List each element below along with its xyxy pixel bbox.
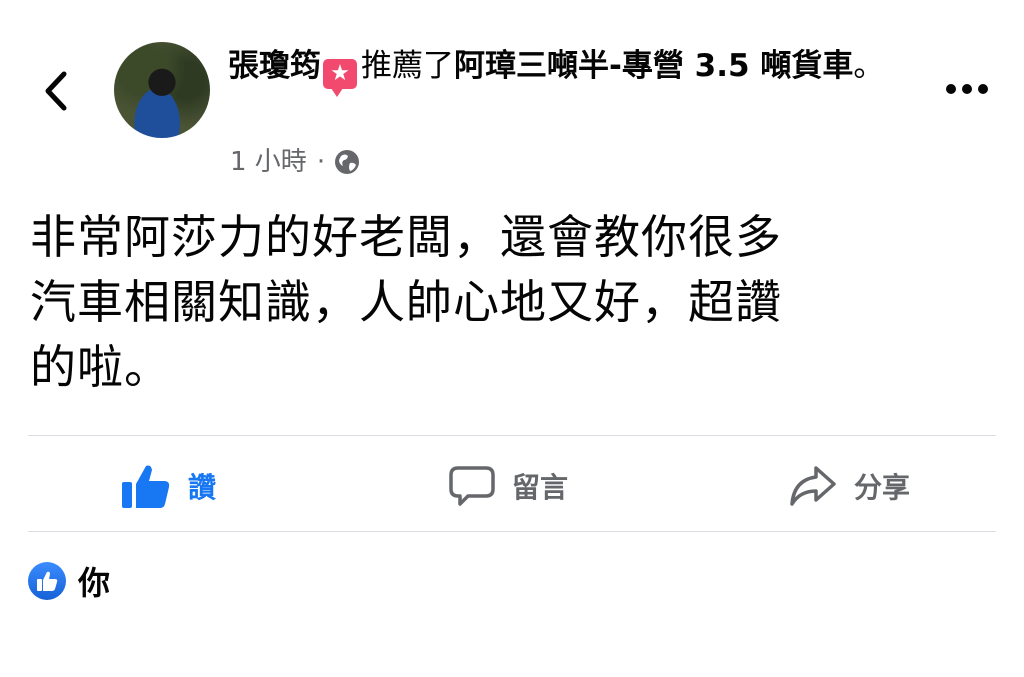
share-button[interactable]: 分享: [788, 456, 910, 516]
divider: [28, 531, 996, 532]
back-button[interactable]: [36, 66, 76, 116]
globe-icon: [335, 150, 360, 174]
reaction-names: 你: [78, 564, 111, 602]
post-text-line: 非常阿莎力的好老闆，還會教你很多: [30, 210, 782, 264]
header-period: 。: [853, 48, 885, 84]
page-name[interactable]: 阿璋三噸半-專營 3.5 噸貨車: [454, 48, 853, 84]
share-icon: [790, 466, 836, 506]
comment-label: 留言: [512, 471, 569, 504]
share-label: 分享: [854, 471, 911, 504]
post-text-line: 的啦。: [30, 340, 171, 394]
post-timestamp[interactable]: 1 小時: [230, 144, 307, 180]
divider: [28, 435, 996, 436]
like-button[interactable]: 讚: [120, 456, 216, 516]
post-text: 非常阿莎力的好老闆，還會教你很多 汽車相關知識，人帥心地又好，超讚 的啦。: [30, 205, 990, 400]
meta-separator: ·: [316, 147, 326, 177]
recommend-badge-icon: ★: [323, 59, 357, 97]
comment-button[interactable]: 留言: [448, 456, 568, 516]
post-meta: 1 小時 ·: [230, 144, 361, 180]
comment-icon: [449, 466, 495, 506]
more-options-button[interactable]: [944, 74, 990, 104]
chevron-left-icon: [45, 71, 67, 111]
more-horizontal-icon: [946, 84, 988, 94]
action-verb: 推薦了: [361, 48, 454, 84]
post-text-line: 汽車相關知識，人帥心地又好，超讚: [30, 275, 782, 329]
avatar[interactable]: [114, 42, 210, 138]
reactions-summary[interactable]: 你: [28, 558, 110, 604]
post-header: 張瓊筠 ★ 推薦了阿璋三噸半-專營 3.5 噸貨車。: [228, 44, 888, 97]
like-reaction-icon: [28, 562, 66, 600]
thumbs-up-icon: [122, 465, 170, 508]
author-name[interactable]: 張瓊筠: [228, 48, 321, 84]
like-label: 讚: [188, 471, 217, 504]
